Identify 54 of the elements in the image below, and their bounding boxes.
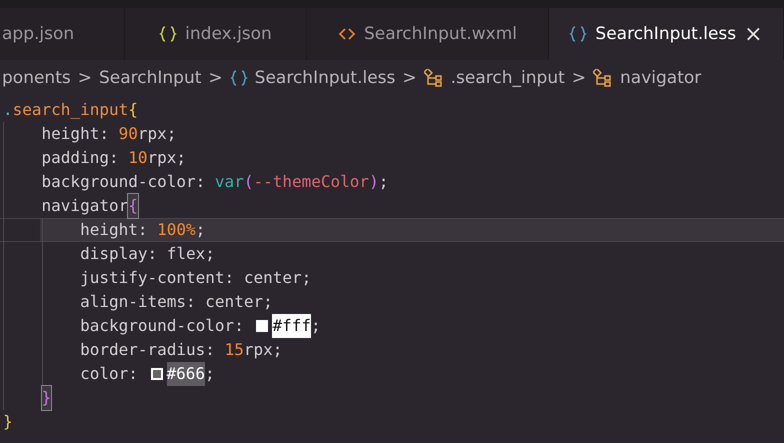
code-token: background-color: bbox=[80, 315, 245, 337]
matched-bracket: } bbox=[42, 386, 52, 410]
code-token: height: bbox=[42, 123, 110, 145]
breadcrumb-item[interactable]: .search_input bbox=[450, 68, 565, 88]
code-token: 100% bbox=[157, 219, 196, 241]
breadcrumb-item[interactable]: navigator bbox=[620, 68, 702, 88]
code-token: border-radius: bbox=[80, 339, 216, 361]
code-token: background-color: bbox=[42, 171, 206, 193]
code-token: var bbox=[214, 171, 244, 193]
symbol-tree-icon bbox=[424, 69, 444, 87]
code-token: 10 bbox=[128, 147, 148, 169]
close-icon[interactable]: × bbox=[744, 22, 763, 46]
code-token: { bbox=[128, 99, 138, 121]
code-token: rpx; bbox=[138, 123, 176, 145]
code-token: display: flex; bbox=[80, 243, 215, 265]
code-token: ; bbox=[378, 171, 388, 193]
breadcrumb-separator: > bbox=[208, 68, 223, 88]
code-token: } bbox=[3, 411, 13, 433]
code-token: rpx; bbox=[148, 147, 186, 169]
braces-icon bbox=[569, 26, 588, 42]
code-token: color: bbox=[80, 363, 139, 385]
code-token: ; bbox=[196, 219, 206, 241]
breadcrumb-item[interactable]: SearchInput bbox=[98, 68, 202, 88]
symbol-tree-icon bbox=[593, 69, 614, 87]
code-token: justify-content: center; bbox=[80, 267, 312, 289]
code-token: navigator bbox=[42, 195, 128, 217]
code-token: 15 bbox=[224, 339, 244, 361]
code-token: padding: bbox=[42, 147, 120, 169]
braces-icon bbox=[159, 26, 178, 42]
breadcrumb-item[interactable]: SearchInput.less bbox=[254, 68, 396, 88]
code-token: ( bbox=[244, 171, 254, 193]
angle-brackets-icon bbox=[338, 27, 356, 41]
code-token: --themeColor bbox=[253, 171, 370, 193]
file-tab[interactable]: SearchInput.less × bbox=[549, 8, 784, 60]
breadcrumb-item[interactable]: ponents bbox=[2, 68, 71, 88]
code-token: search_input bbox=[12, 99, 128, 121]
highlighted-code: #fff bbox=[272, 314, 311, 338]
color-swatch[interactable] bbox=[256, 320, 268, 332]
breadcrumb-separator: > bbox=[402, 68, 417, 88]
code-token: . bbox=[3, 99, 13, 121]
braces-icon bbox=[230, 70, 248, 86]
breadcrumb-separator: > bbox=[78, 68, 92, 88]
selected-code: #666 bbox=[166, 362, 206, 386]
code-token: ) bbox=[369, 171, 379, 193]
file-tab[interactable]: app.json bbox=[0, 8, 125, 60]
code-token: ; bbox=[205, 363, 215, 385]
code-token: rpx; bbox=[244, 339, 282, 361]
code-token: 90 bbox=[118, 123, 138, 145]
code-token: align-items: center; bbox=[80, 291, 273, 313]
breadcrumb-separator: > bbox=[572, 68, 586, 88]
color-swatch[interactable] bbox=[150, 368, 162, 380]
code-token: ; bbox=[310, 315, 321, 337]
matched-bracket: { bbox=[128, 194, 138, 218]
code-token: height: bbox=[80, 219, 148, 241]
